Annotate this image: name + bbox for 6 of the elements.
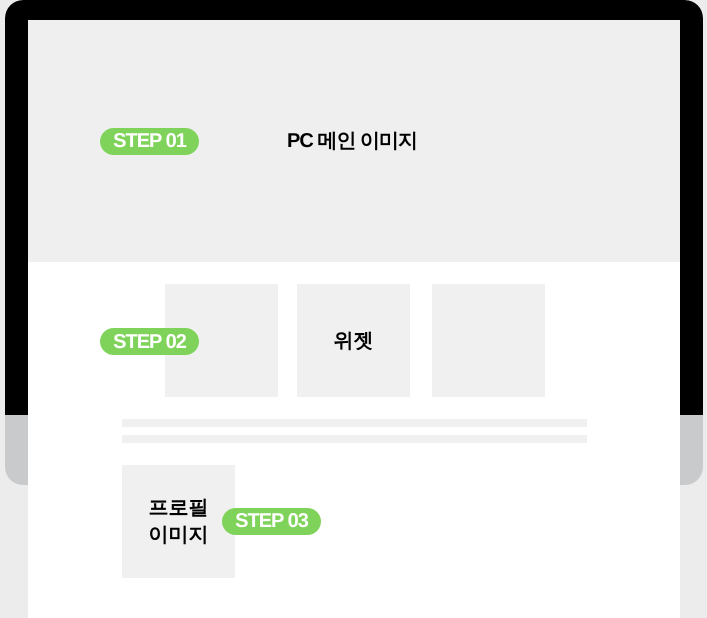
profile-label: 프로필 이미지 [148,496,210,548]
step-badge: STEP 02 [100,328,199,355]
widget-label: 위젯 [334,328,374,354]
step-badge: STEP 03 [222,508,321,535]
hero-label: PC 메인 이미지 [287,129,417,154]
step-badge: STEP 01 [100,128,199,154]
